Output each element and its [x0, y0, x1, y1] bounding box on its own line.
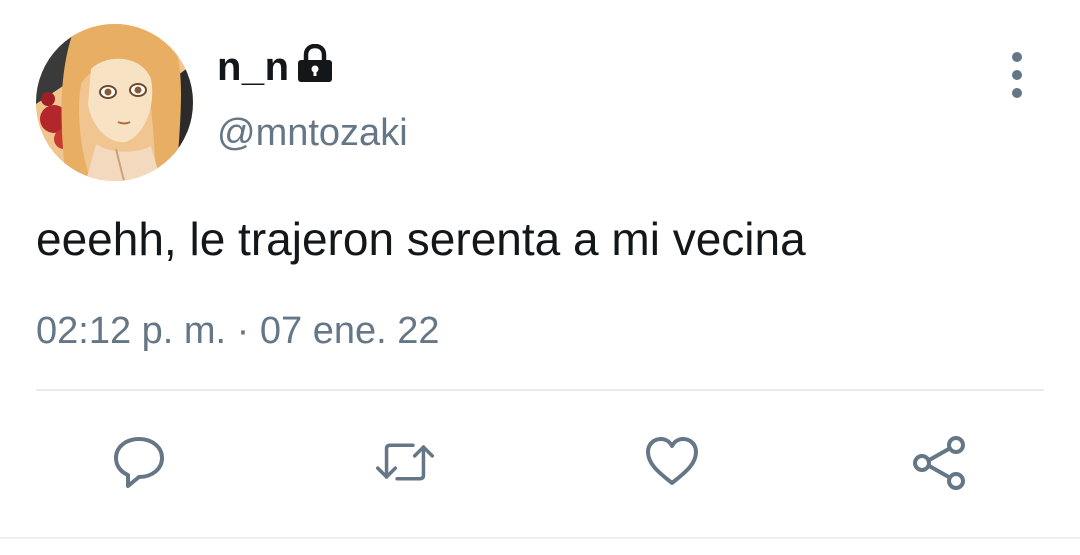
- more-options-button[interactable]: [1000, 52, 1034, 98]
- display-name[interactable]: n_n: [217, 45, 290, 90]
- retweet-button[interactable]: [376, 433, 434, 491]
- tweet-timestamp[interactable]: 02:12 p. m. · 07 ene. 22: [36, 310, 440, 353]
- divider: [36, 389, 1044, 391]
- more-vertical-icon-dot: [1012, 88, 1022, 98]
- heart-icon: [646, 437, 698, 485]
- share-button[interactable]: [910, 433, 968, 491]
- lock-icon: [296, 43, 334, 84]
- display-name-row: n_n: [217, 42, 334, 92]
- more-vertical-icon-dot: [1012, 70, 1022, 80]
- tweet-text: eeehh, le trajeron serenta a mi vecina: [36, 213, 806, 265]
- retweet-icon: [376, 443, 434, 481]
- bottom-divider: [0, 537, 1080, 539]
- reply-button[interactable]: [110, 433, 168, 491]
- user-handle[interactable]: @mntozaki: [217, 112, 408, 155]
- reply-icon: [114, 437, 164, 488]
- more-vertical-icon: [1012, 52, 1022, 62]
- anime-avatar-image: [36, 24, 193, 181]
- like-button[interactable]: [643, 433, 701, 491]
- avatar[interactable]: [36, 24, 193, 181]
- tweet-card: n_n @mntozaki eeehh, le trajeron serenta…: [0, 0, 1080, 555]
- share-icon: [913, 436, 965, 490]
